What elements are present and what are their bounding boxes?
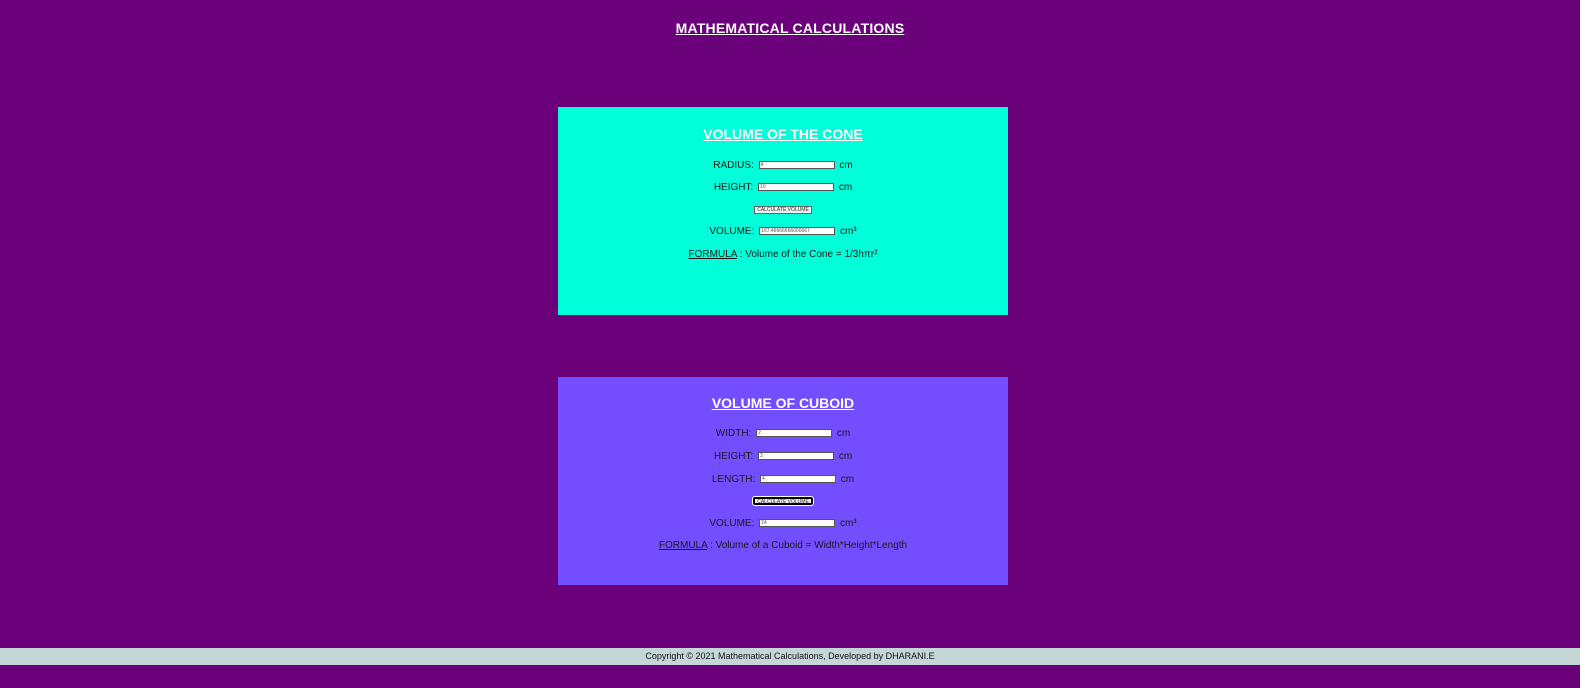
width-label: WIDTH:	[715, 428, 752, 439]
cone-height-input[interactable]	[758, 183, 835, 192]
cuboid-height-row: HEIGHT: cm	[558, 451, 1008, 463]
cuboid-formula-text: : Volume of a Cuboid = Width*Height*Leng…	[707, 540, 908, 551]
cuboid-height-input[interactable]	[758, 452, 835, 461]
cuboid-height-unit: cm	[838, 451, 853, 462]
cuboid-formula-label: FORMULA	[658, 540, 708, 551]
cuboid-width-row: WIDTH: cm	[558, 428, 1008, 440]
cone-volume-label: VOLUME:	[709, 226, 755, 237]
cone-formula-text: : Volume of the Cone = 1/3hπr²	[736, 249, 878, 260]
cuboid-volume-output[interactable]	[759, 519, 836, 528]
cone-calculate-button[interactable]: CALCULATE VOLUME	[754, 206, 812, 215]
cuboid-height-label: HEIGHT:	[713, 451, 754, 462]
cone-card: VOLUME OF THE CONE RADIUS: cm HEIGHT: cm…	[558, 107, 1008, 315]
cuboid-volume-label: VOLUME:	[709, 518, 755, 529]
page-title: MATHEMATICAL CALCULATIONS	[675, 20, 905, 36]
cone-height-unit: cm	[838, 182, 853, 193]
length-unit: cm	[840, 474, 855, 485]
radius-input[interactable]	[758, 161, 835, 170]
cone-volume-row: VOLUME: cm³	[558, 226, 1008, 238]
cone-radius-row: RADIUS: cm	[558, 160, 1008, 172]
cuboid-title: VOLUME OF CUBOID	[711, 395, 855, 411]
cone-title: VOLUME OF THE CONE	[703, 126, 863, 142]
cone-button-row: CALCULATE VOLUME	[558, 205, 1008, 217]
radius-unit: cm	[839, 160, 853, 171]
length-input[interactable]	[760, 475, 836, 484]
cone-volume-unit: cm³	[839, 226, 857, 237]
cuboid-length-row: LENGTH: cm	[558, 474, 1008, 486]
cuboid-button-row: CALCULATE VOLUME	[558, 496, 1008, 508]
cone-formula-label: FORMULA	[688, 249, 737, 260]
radius-label: RADIUS:	[713, 160, 754, 171]
cuboid-card: VOLUME OF CUBOID WIDTH: cm HEIGHT: cm LE…	[558, 377, 1008, 585]
cone-formula-row: FORMULA : Volume of the Cone = 1/3hπr²	[558, 249, 1008, 261]
cuboid-volume-row: VOLUME: cm³	[558, 518, 1008, 530]
cone-height-row: HEIGHT: cm	[558, 182, 1008, 194]
cuboid-calculate-button[interactable]: CALCULATE VOLUME	[752, 496, 814, 507]
copyright-text: Copyright © 2021 Mathematical Calculatio…	[645, 651, 935, 661]
length-label: LENGTH:	[711, 474, 756, 485]
cone-height-label: HEIGHT:	[713, 182, 754, 193]
footer: Copyright © 2021 Mathematical Calculatio…	[0, 648, 1580, 665]
cone-volume-output[interactable]	[759, 227, 836, 236]
width-unit: cm	[836, 428, 851, 439]
cuboid-volume-unit: cm³	[839, 518, 857, 529]
width-input[interactable]	[756, 429, 833, 438]
cuboid-formula-row: FORMULA : Volume of a Cuboid = Width*Hei…	[558, 540, 1008, 552]
